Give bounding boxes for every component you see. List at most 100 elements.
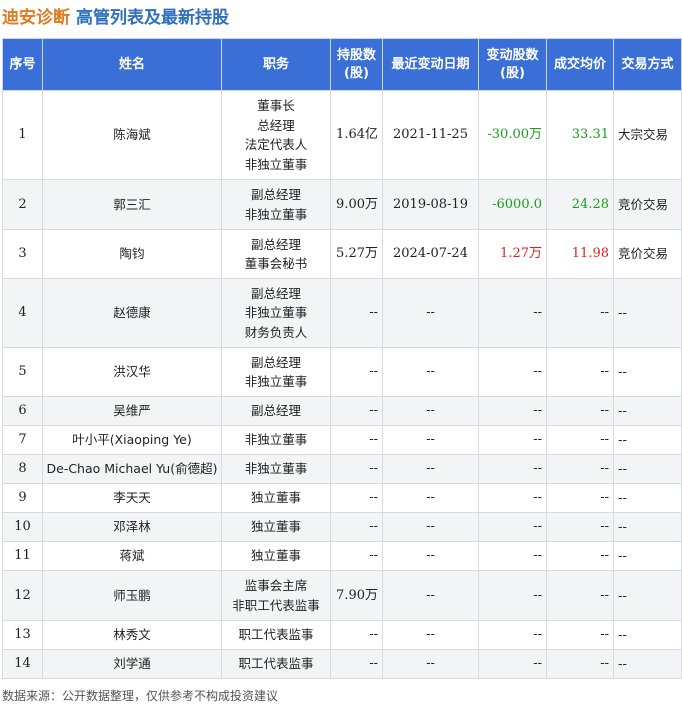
role-line: 副总经理	[250, 236, 301, 252]
cell-shares: --	[330, 649, 383, 679]
cell-change: --	[478, 483, 547, 513]
cell-method: --	[613, 278, 682, 348]
cell-change: -6000.0	[478, 179, 547, 230]
table-row: 14 刘学通 职工代表监事 -- -- -- -- --	[2, 649, 682, 679]
cell-role: 非独立董事	[221, 425, 331, 455]
col-header-name: 姓名	[42, 38, 222, 91]
col-header-change: 变动股数(股)	[478, 38, 547, 91]
table-row: 6 吴维严 副总经理 -- -- -- -- --	[2, 396, 682, 426]
table-row: 5 洪汉华 副总经理 非独立董事 -- -- -- -- --	[2, 347, 682, 397]
cell-price: --	[546, 649, 614, 679]
table-row: 9 李天天 独立董事 -- -- -- -- --	[2, 483, 682, 513]
cell-name: 洪汉华	[42, 347, 222, 397]
cell-shares: --	[330, 278, 383, 348]
role-line: 董事会秘书	[244, 256, 308, 271]
cell-method: --	[613, 483, 682, 513]
cell-change: --	[478, 425, 547, 455]
cell-method: --	[613, 570, 682, 621]
col-header-role: 职务	[221, 38, 331, 91]
table-row: 8 De-Chao Michael Yu(俞德超) 非独立董事 -- -- -- -- --	[2, 454, 682, 484]
cell-index: 11	[2, 541, 43, 571]
cell-name: 林秀文	[42, 620, 222, 650]
cell-index: 7	[2, 425, 43, 455]
cell-date: 2021-11-25	[382, 90, 479, 180]
cell-name: 刘学通	[42, 649, 222, 679]
cell-change: 1.27万	[478, 229, 547, 279]
table-header-row: 序号 姓名 职务 持股数(股) 最近变动日期 变动股数(股) 成交均价 交易方式	[2, 38, 682, 91]
cell-method: --	[613, 425, 682, 455]
cell-name: 赵德康	[42, 278, 222, 348]
table-row: 12 师玉鹏 监事会主席 非职工代表监事 7.90万 -- -- -- --	[2, 570, 682, 621]
cell-name: 叶小平(Xiaoping Ye)	[42, 425, 222, 455]
cell-date: --	[382, 483, 479, 513]
cell-date: --	[382, 541, 479, 571]
table-row: 7 叶小平(Xiaoping Ye) 非独立董事 -- -- -- -- --	[2, 425, 682, 455]
cell-name: De-Chao Michael Yu(俞德超)	[42, 454, 222, 484]
cell-shares: --	[330, 620, 383, 650]
role-line: 独立董事	[250, 548, 301, 564]
executive-table: 序号 姓名 职务 持股数(股) 最近变动日期 变动股数(股) 成交均价 交易方式…	[2, 38, 682, 679]
title-bar: 迪安诊断 高管列表及最新持股	[0, 0, 682, 32]
cell-method: --	[613, 512, 682, 542]
cell-index: 9	[2, 483, 43, 513]
role-line: 独立董事	[250, 519, 301, 535]
cell-role: 独立董事	[221, 512, 331, 542]
cell-index: 14	[2, 649, 43, 679]
cell-price: --	[546, 541, 614, 571]
role-line: 法定代表人	[244, 137, 308, 152]
col-header-price: 成交均价	[546, 38, 614, 91]
cell-price: --	[546, 347, 614, 397]
cell-date: --	[382, 278, 479, 348]
cell-change: --	[478, 454, 547, 484]
cell-price: 33.31	[546, 90, 614, 180]
table-row: 13 林秀文 职工代表监事 -- -- -- -- --	[2, 620, 682, 650]
role-line: 非独立董事	[244, 156, 308, 172]
cell-method: 竞价交易	[613, 179, 682, 230]
table-row: 1 陈海斌 董事长 总经理 法定代表人 非独立董事 1.64亿 2021-11-25 -30.0…	[2, 90, 682, 180]
cell-index: 2	[2, 179, 43, 230]
cell-price: --	[546, 454, 614, 484]
role-line: 非独立董事	[244, 206, 308, 222]
cell-date: --	[382, 570, 479, 621]
table-body: 1 陈海斌 董事长 总经理 法定代表人 非独立董事 1.64亿 2021-11-25 -30.0…	[2, 90, 682, 679]
cell-index: 3	[2, 229, 43, 279]
cell-name: 师玉鹏	[42, 570, 222, 621]
cell-change: --	[478, 570, 547, 621]
cell-price: --	[546, 278, 614, 348]
cell-role: 副总经理 董事会秘书	[221, 229, 331, 279]
cell-change: --	[478, 541, 547, 571]
cell-date: --	[382, 425, 479, 455]
cell-price: --	[546, 512, 614, 542]
role-line: 非独立董事	[244, 305, 308, 321]
cell-name: 郭三汇	[42, 179, 222, 230]
cell-role: 独立董事	[221, 541, 331, 571]
table-row: 11 蒋斌 独立董事 -- -- -- -- --	[2, 541, 682, 571]
table-row: 10 邓泽林 独立董事 -- -- -- -- --	[2, 512, 682, 542]
role-line: 副总经理	[250, 187, 301, 202]
role-line: 非独立董事	[244, 432, 308, 448]
col-header-shares: 持股数(股)	[330, 38, 383, 91]
cell-method: --	[613, 347, 682, 397]
role-line: 副总经理	[250, 354, 301, 370]
role-line: 监事会主席	[244, 578, 308, 593]
cell-index: 10	[2, 512, 43, 542]
cell-index: 1	[2, 90, 43, 180]
cell-date: --	[382, 396, 479, 426]
cell-index: 8	[2, 454, 43, 484]
cell-change: --	[478, 396, 547, 426]
role-line: 财务负责人	[244, 324, 308, 340]
table-row: 4 赵德康 副总经理 非独立董事 财务负责人 -- -- -- -- --	[2, 278, 682, 348]
cell-date: --	[382, 347, 479, 397]
cell-name: 陶钧	[42, 229, 222, 279]
cell-name: 李天天	[42, 483, 222, 513]
cell-price: --	[546, 620, 614, 650]
cell-date: 2019-08-19	[382, 179, 479, 230]
role-line: 职工代表监事	[238, 627, 314, 643]
col-header-date: 最近变动日期	[382, 38, 479, 91]
cell-date: 2024-07-24	[382, 229, 479, 279]
role-line: 职工代表监事	[238, 656, 314, 672]
role-line: 独立董事	[250, 490, 301, 506]
footer-source: 数据来源：公开数据整理，仅供参考不构成投资建议	[2, 689, 279, 703]
col-header-method: 交易方式	[613, 38, 682, 91]
cell-date: --	[382, 454, 479, 484]
